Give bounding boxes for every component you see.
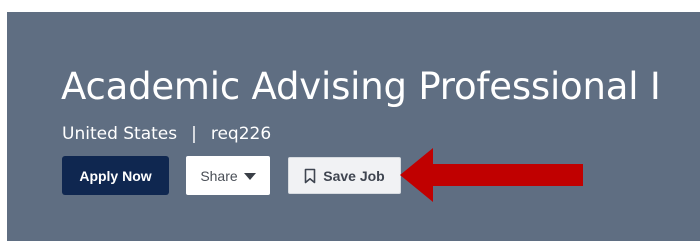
annotation-arrow (400, 148, 583, 202)
apply-now-button[interactable]: Apply Now (62, 156, 169, 195)
page: Academic Advising Professional I United … (0, 0, 700, 241)
meta-separator: | (191, 124, 197, 144)
save-job-button[interactable]: Save Job (288, 157, 401, 194)
job-title: Academic Advising Professional I (61, 65, 661, 108)
job-meta: United States | req226 (62, 123, 271, 145)
job-location: United States (62, 124, 178, 144)
job-req-id: req226 (210, 124, 272, 144)
apply-now-label: Apply Now (79, 167, 152, 184)
save-job-label: Save Job (323, 167, 385, 184)
share-dropdown-button[interactable]: Share (186, 156, 270, 195)
share-label: Share (200, 167, 238, 184)
caret-down-icon (243, 172, 256, 180)
bookmark-icon (304, 168, 316, 183)
